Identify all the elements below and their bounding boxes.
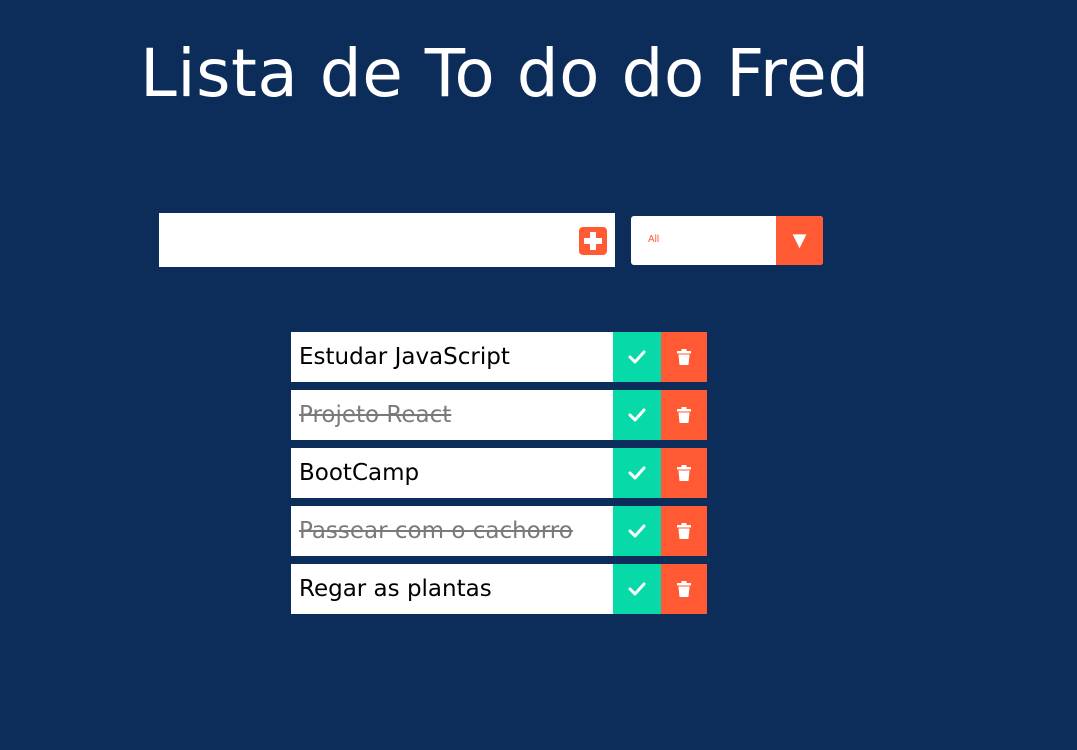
check-icon (628, 408, 646, 422)
trash-icon (677, 407, 691, 423)
trash-icon (677, 523, 691, 539)
todo-item: Estudar JavaScript (291, 332, 707, 382)
delete-button[interactable] (661, 448, 707, 498)
todo-item: Regar as plantas (291, 564, 707, 614)
check-icon (628, 350, 646, 364)
todo-item: BootCamp (291, 448, 707, 498)
check-icon (628, 524, 646, 538)
todo-text: BootCamp (299, 460, 420, 486)
todo-form (159, 213, 615, 267)
check-icon (628, 582, 646, 596)
todo-text: Estudar JavaScript (299, 344, 510, 370)
add-todo-button[interactable] (579, 227, 607, 255)
delete-button[interactable] (661, 564, 707, 614)
trash-icon (677, 349, 691, 365)
delete-button[interactable] (661, 390, 707, 440)
todo-item: Projeto React (291, 390, 707, 440)
todo-text: Projeto React (299, 402, 452, 428)
caret-down-icon: ▼ (776, 216, 823, 265)
delete-button[interactable] (661, 332, 707, 382)
delete-button[interactable] (661, 506, 707, 556)
check-icon (628, 466, 646, 480)
filter-select[interactable]: All ▼ (631, 216, 823, 265)
todo-input[interactable] (159, 213, 569, 267)
complete-button[interactable] (613, 332, 661, 382)
complete-button[interactable] (613, 390, 661, 440)
complete-button[interactable] (613, 506, 661, 556)
trash-icon (677, 465, 691, 481)
todo-list: Estudar JavaScript Projeto React BootCam… (291, 332, 707, 622)
complete-button[interactable] (613, 564, 661, 614)
todo-text: Passear com o cachorro (299, 518, 573, 544)
complete-button[interactable] (613, 448, 661, 498)
todo-item: Passear com o cachorro (291, 506, 707, 556)
todo-text: Regar as plantas (299, 576, 492, 602)
page-title: Lista de To do do Fred (140, 35, 870, 112)
trash-icon (677, 581, 691, 597)
filter-selected-value: All (648, 234, 660, 245)
